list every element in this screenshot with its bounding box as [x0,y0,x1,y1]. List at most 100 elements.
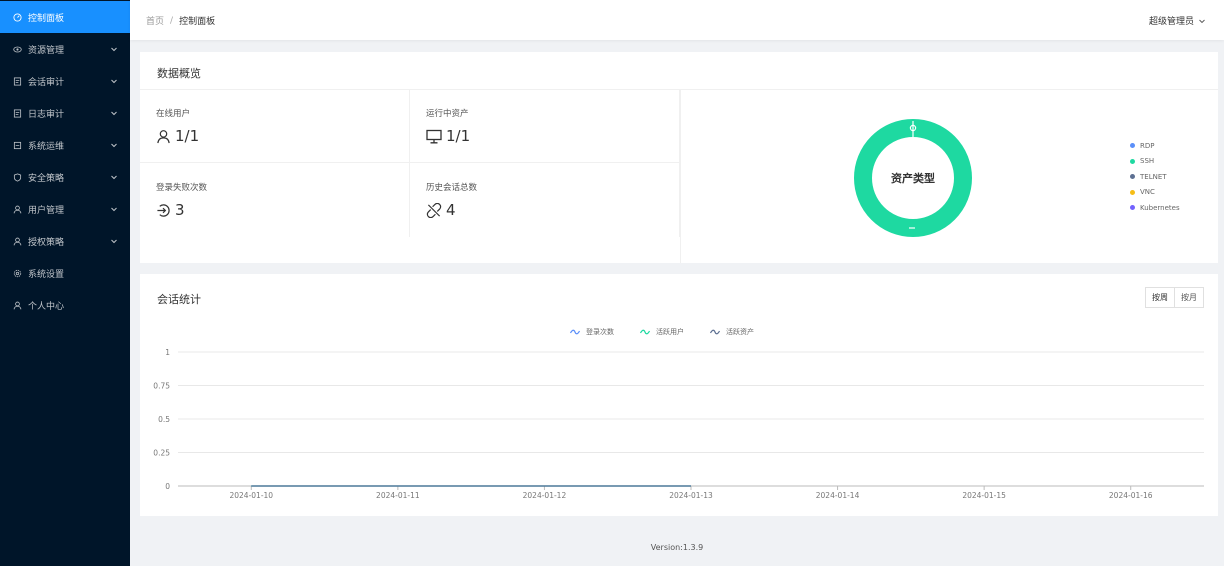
chevron-down-icon [1199,19,1205,23]
legend-dot [1130,143,1135,149]
stat-running-assets: 运行中资产 1/1 [410,89,680,163]
chevron-down-icon [111,111,117,116]
chevron-down-icon [111,207,117,212]
stat-login-failures: 登录失败次数 3 [140,163,410,237]
stat-value-row: 3 [156,201,185,219]
stat-value: 3 [175,201,185,219]
eye-icon [13,45,22,54]
breadcrumb-separator: / [170,15,174,26]
legend-dot [1130,158,1135,164]
x-tick-label: 2024-01-16 [1109,491,1153,500]
legend-item[interactable]: TELNET [1130,169,1180,185]
sidebar-item-label: 授权策略 [28,237,65,248]
user-menu[interactable]: 超级管理员 [1149,14,1206,27]
sidebar-item-label: 会话审计 [28,77,65,88]
legend-dot [1130,189,1135,195]
stat-value: 4 [446,201,456,219]
divider [680,89,681,263]
stat-label: 运行中资产 [426,109,469,119]
user-icon [13,205,22,214]
sidebar-item-authorization[interactable]: 授权策略 [0,225,130,257]
legend-label: SSH [1140,157,1155,166]
stat-value-row: 4 [426,201,456,219]
y-tick-label: 1 [165,348,170,357]
sidebar-item-label: 系统运维 [28,141,65,152]
legend-dot [1130,174,1135,180]
chevron-down-icon [111,239,117,244]
y-tick-label: 0 [165,482,170,491]
sidebar-item-label: 控制面板 [28,13,65,24]
sidebar-menu: 控制面板 资源管理 会话审计 日志审计 系统运维 安全策略 用户管理 授权策略 … [0,0,130,321]
sidebar-item-label: 用户管理 [28,205,65,216]
header: 首页 / 控制面板 超级管理员 [130,0,1224,40]
stat-value: 1/1 [175,127,200,145]
legend-item[interactable]: RDP [1130,138,1180,154]
overview-title: 数据概览 [157,67,201,80]
stat-value-row: 1/1 [156,127,199,145]
user-icon [157,129,170,143]
stat-label: 在线用户 [156,109,191,119]
stat-label: 历史会话总数 [426,183,478,193]
user-icon [13,301,22,310]
y-tick-label: 0.75 [153,382,170,391]
breadcrumb-home[interactable]: 首页 [146,14,164,27]
disconnect-icon [426,202,442,218]
sidebar-item-profile[interactable]: 个人中心 [0,289,130,321]
x-tick-label: 2024-01-15 [962,491,1006,500]
legend-item[interactable]: Kubernetes [1130,200,1180,216]
legend-label: Kubernetes [1140,203,1180,212]
sidebar-item-settings[interactable]: 系统设置 [0,257,130,289]
session-stats-card: 会话统计 按周 按月 登录次数 活跃用户 活跃资产 1 0.75 0.5 0.25 0 2… [140,274,1218,516]
sidebar-item-label: 系统设置 [28,269,65,280]
legend-item[interactable]: VNC [1130,185,1180,201]
gear-icon [13,269,22,278]
legend-label: RDP [1140,141,1155,150]
legend-label: TELNET [1140,172,1167,181]
sidebar-item-session-audit[interactable]: 会话审计 [0,65,130,97]
session-line-chart: 1 0.75 0.5 0.25 0 2024-01-10 2024-01-11 2024-01… [153,348,1204,500]
sidebar-item-log-audit[interactable]: 日志审计 [0,97,130,129]
stat-label: 登录失败次数 [156,183,208,193]
desktop-icon [426,129,442,143]
chevron-down-icon [111,47,117,52]
overview-card: 数据概览 在线用户 1/1 运行中资产 1/1 登录失败次数 3 历史会话总数 … [140,52,1218,263]
sidebar-item-security[interactable]: 安全策略 [0,161,130,193]
file-icon [13,108,22,118]
sidebar-item-label: 个人中心 [28,301,65,312]
version-label: Version:1.3.9 [650,543,704,552]
sidebar-item-users[interactable]: 用户管理 [0,193,130,225]
legend-label: VNC [1140,188,1155,197]
donut-center-label: 资产类型 [891,172,935,185]
y-tick-label: 0.25 [153,449,170,458]
stat-value-row: 1/1 [426,127,470,145]
y-tick-label: 0.5 [158,415,170,424]
x-tick-label: 2024-01-13 [669,491,713,500]
legend-item[interactable]: SSH [1130,154,1180,170]
chevron-down-icon [111,175,117,180]
dashboard-icon [13,12,22,22]
x-tick-label: 2024-01-12 [523,491,567,500]
tool-icon [13,141,22,150]
x-tick-label: 2024-01-10 [229,491,273,500]
sidebar-item-resources[interactable]: 资源管理 [0,33,130,65]
sidebar-item-label: 安全策略 [28,173,65,184]
sidebar-item-dashboard[interactable]: 控制面板 [0,1,130,33]
file-icon [13,76,22,86]
login-icon [157,203,170,217]
sidebar-item-ops[interactable]: 系统运维 [0,129,130,161]
x-tick-label: 2024-01-14 [816,491,860,500]
x-tick-label: 2024-01-11 [376,491,420,500]
chevron-down-icon [111,79,117,84]
sidebar-item-label: 资源管理 [28,45,65,56]
sidebar: 控制面板 资源管理 会话审计 日志审计 系统运维 安全策略 用户管理 授权策略 … [0,0,130,566]
user-name: 超级管理员 [1148,17,1194,27]
user-icon [13,237,22,246]
breadcrumb-current: 控制面板 [179,17,216,27]
stat-value: 1/1 [446,127,471,145]
legend-dot [1130,205,1135,211]
chevron-down-icon [111,143,117,148]
asset-type-legend: RDP SSH TELNET VNC Kubernetes [1130,138,1180,216]
stat-online-users: 在线用户 1/1 [140,89,410,163]
stat-history-sessions: 历史会话总数 4 [410,163,680,237]
shield-icon [13,172,22,182]
